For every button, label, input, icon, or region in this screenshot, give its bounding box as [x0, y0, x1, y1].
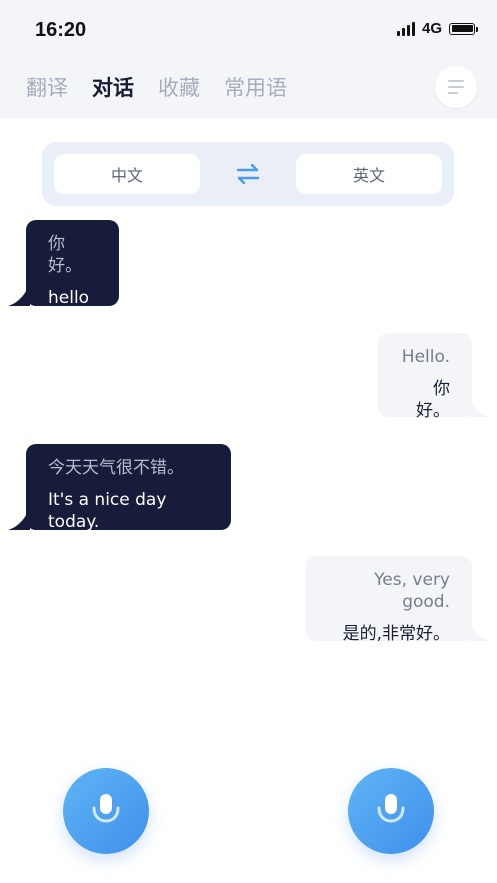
- signal-icon: [396, 21, 415, 36]
- message-translated-text: hello: [48, 288, 90, 308]
- message-source-text: 你好。: [48, 234, 82, 276]
- message-bubble-right[interactable]: Hello. 你好。: [378, 333, 490, 421]
- message-source-text: Hello.: [401, 347, 450, 367]
- bubble-tail: [468, 395, 490, 417]
- network-type: 4G: [421, 20, 442, 37]
- message-source-text: 今天天气很不错。: [48, 458, 184, 478]
- tab-bar: 翻译 对话 收藏 常用语: [26, 72, 287, 102]
- language-selector: 中文 英文: [42, 142, 454, 206]
- message-translated-text: It's a nice day today.: [48, 490, 167, 532]
- battery-icon: [449, 22, 478, 35]
- message-translated-text: 你好。: [416, 379, 450, 421]
- microphone-icon: [92, 794, 120, 823]
- target-language-button[interactable]: 英文: [296, 154, 442, 194]
- tab-conversation[interactable]: 对话: [92, 72, 134, 102]
- microphone-icon: [377, 794, 405, 823]
- message-source-text: Yes, very good.: [374, 570, 450, 612]
- target-mic-button[interactable]: [348, 768, 434, 854]
- tab-common-phrases[interactable]: 常用语: [224, 72, 287, 102]
- bubble-tail: [468, 619, 490, 641]
- source-mic-button[interactable]: [63, 768, 149, 854]
- tab-favorites[interactable]: 收藏: [158, 72, 200, 102]
- bubble-tail: [8, 284, 30, 306]
- status-indicators: 4G: [396, 20, 478, 37]
- status-time: 16:20: [35, 19, 87, 41]
- bubble-tail: [8, 508, 30, 530]
- source-language-button[interactable]: 中文: [54, 154, 200, 194]
- swap-arrows-icon[interactable]: [235, 162, 261, 186]
- tab-translate[interactable]: 翻译: [26, 72, 68, 102]
- message-translated-text: 是的,非常好。: [342, 624, 450, 644]
- message-bubble-left[interactable]: 你好。 hello: [8, 220, 119, 308]
- menu-icon[interactable]: [435, 66, 477, 108]
- message-bubble-left[interactable]: 今天天气很不错。 It's a nice day today.: [8, 444, 231, 532]
- header: 16:20 4G 翻译 对话 收藏 常用语: [0, 0, 497, 118]
- message-bubble-right[interactable]: Yes, very good. 是的,非常好。: [306, 556, 490, 644]
